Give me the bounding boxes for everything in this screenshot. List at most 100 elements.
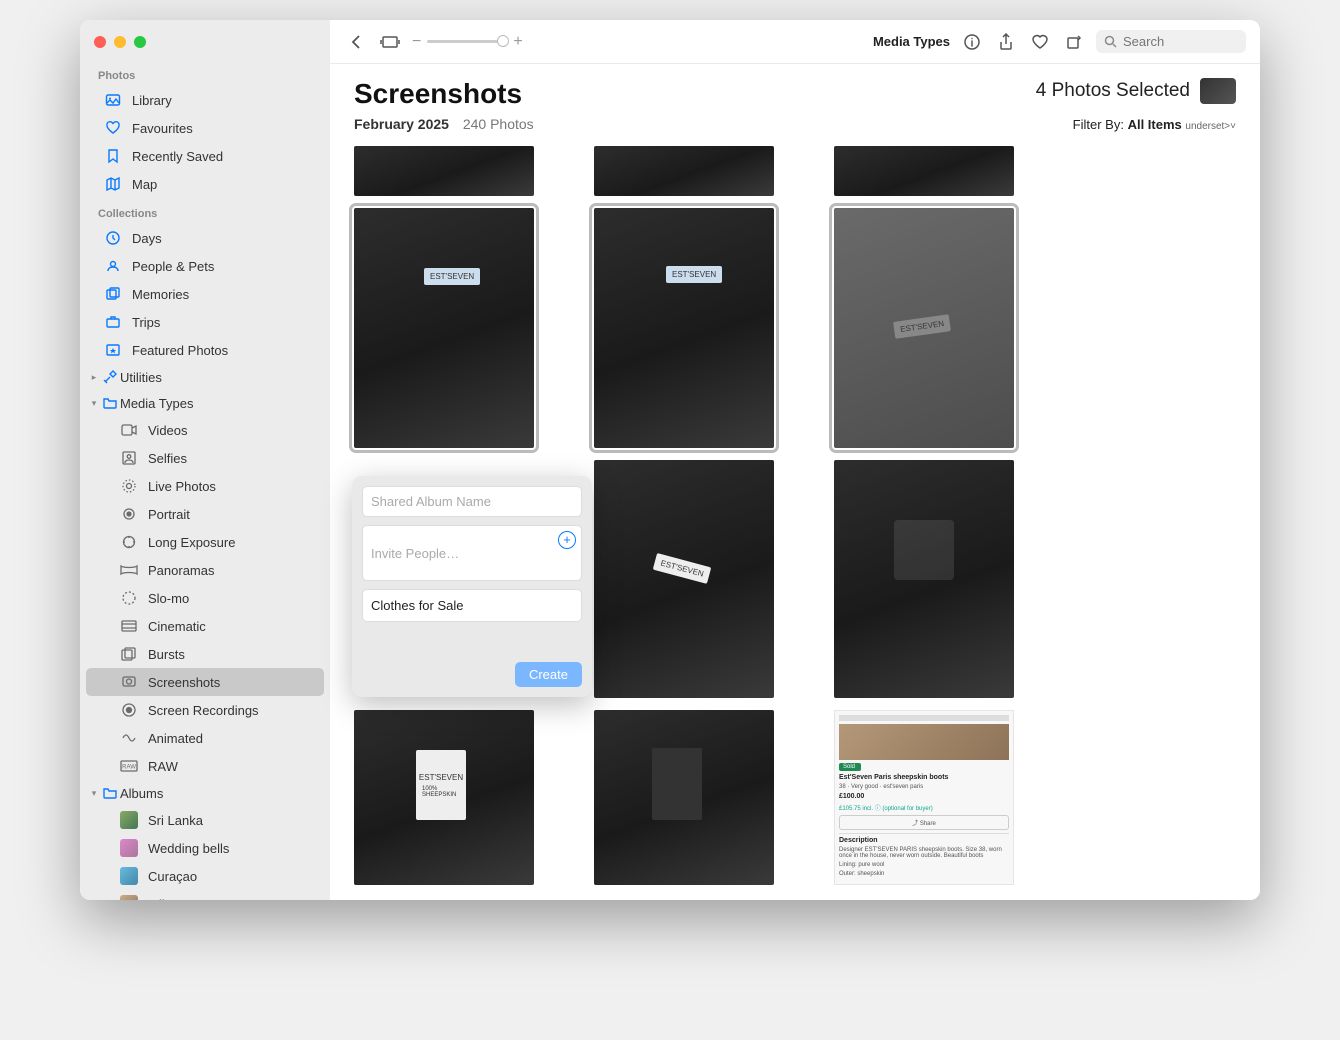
photos-app-window: Photos Library Favourites Recently Saved…	[80, 20, 1260, 900]
suitcase-icon	[104, 313, 122, 331]
sidebar-item-cinematic[interactable]: Cinematic	[86, 612, 324, 640]
sidebar-item-screenshots[interactable]: Screenshots	[86, 668, 324, 696]
sidebar: Photos Library Favourites Recently Saved…	[80, 20, 330, 900]
shared-album-name-input[interactable]	[362, 486, 582, 517]
share-button[interactable]	[994, 30, 1018, 54]
sidebar-group-media-types[interactable]: ▾Media Types	[80, 390, 330, 416]
library-icon	[104, 91, 122, 109]
albums-folder-icon	[102, 785, 118, 801]
photo-thumbnail[interactable]	[834, 146, 1014, 196]
listing-topbar	[839, 715, 1009, 721]
sidebar-item-videos[interactable]: Videos	[86, 416, 324, 444]
filter-value: All Items	[1128, 117, 1182, 132]
album-thumbnail	[120, 895, 138, 900]
existing-album-row[interactable]: Clothes for Sale	[362, 589, 582, 622]
sidebar-label: Panoramas	[148, 563, 214, 578]
filter-dropdown[interactable]: Filter By: All Items underset>˅	[1073, 117, 1236, 132]
sidebar-album-miles-turns-1[interactable]: Miles turns 1	[86, 890, 324, 900]
toolbar-media-types-label[interactable]: Media Types	[873, 34, 950, 49]
photo-thumbnail-selected[interactable]: EST'SEVEN	[594, 208, 774, 448]
svg-text:RAW: RAW	[122, 765, 136, 771]
sidebar-label: Slo-mo	[148, 591, 189, 606]
sidebar-album-wedding-bells[interactable]: Wedding bells	[86, 834, 324, 862]
photo-thumbnail[interactable]: EST'SEVEN100% SHEEPSKIN	[354, 710, 534, 885]
sidebar-item-memories[interactable]: Memories	[86, 280, 324, 308]
chevron-down-icon: underset>˅	[1185, 121, 1236, 132]
back-button[interactable]	[344, 30, 368, 54]
sidebar-item-featured-photos[interactable]: Featured Photos	[86, 336, 324, 364]
sidebar-item-portrait[interactable]: Portrait	[86, 500, 324, 528]
minimize-window-button[interactable]	[114, 36, 126, 48]
sidebar-group-utilities[interactable]: ▸Utilities	[80, 364, 330, 390]
photo-tag-label: EST'SEVEN	[666, 266, 722, 283]
chevron-down-icon: ▾	[88, 788, 100, 799]
sidebar-item-animated[interactable]: Animated	[86, 724, 324, 752]
sidebar-label: Map	[132, 177, 157, 192]
photo-thumbnail[interactable]	[834, 460, 1014, 698]
sidebar-item-long-exposure[interactable]: Long Exposure	[86, 528, 324, 556]
bookmark-icon	[104, 147, 122, 165]
close-window-button[interactable]	[94, 36, 106, 48]
sidebar-item-live-photos[interactable]: Live Photos	[86, 472, 324, 500]
sidebar-album-sri-lanka[interactable]: Sri Lanka	[86, 806, 324, 834]
sidebar-group-albums[interactable]: ▾ Albums	[80, 780, 330, 806]
sidebar-label: Wedding bells	[148, 841, 229, 856]
zoom-track[interactable]	[427, 40, 507, 43]
search-field[interactable]	[1096, 30, 1246, 53]
photo-thumbnail[interactable]: EST'SEVEN	[594, 460, 774, 698]
photo-thumbnail[interactable]	[354, 146, 534, 196]
photo-tag-label: EST'SEVEN	[893, 314, 951, 339]
sidebar-item-recently-saved[interactable]: Recently Saved	[86, 142, 324, 170]
sidebar-label: Bursts	[148, 647, 185, 662]
animated-icon	[120, 729, 138, 747]
shared-album-popover: + Clothes for Sale Create	[352, 476, 592, 697]
zoom-knob[interactable]	[497, 35, 509, 47]
listing-description: Designer EST'SEVEN PARIS sheepskin boots…	[839, 847, 1009, 859]
search-input[interactable]	[1123, 34, 1238, 49]
zoom-slider[interactable]: − +	[412, 33, 523, 51]
sidebar-item-selfies[interactable]: Selfies	[86, 444, 324, 472]
photo-thumbnail-selected[interactable]: EST'SEVEN	[354, 208, 534, 448]
photo-thumbnail[interactable]	[594, 146, 774, 196]
window-controls	[80, 32, 330, 60]
sidebar-label: Media Types	[120, 396, 193, 411]
sidebar-album-curacao[interactable]: Curaçao	[86, 862, 324, 890]
create-button[interactable]: Create	[515, 662, 582, 687]
sidebar-item-screen-recordings[interactable]: Screen Recordings	[86, 696, 324, 724]
sidebar-label: Animated	[148, 731, 203, 746]
sidebar-item-raw[interactable]: RAW RAW	[86, 752, 324, 780]
sidebar-label: RAW	[148, 759, 178, 774]
content-header: Screenshots 4 Photos Selected	[330, 64, 1260, 116]
sidebar-label: Cinematic	[148, 619, 206, 634]
sidebar-item-slomo[interactable]: Slo-mo	[86, 584, 324, 612]
photo-tag-label: EST'SEVEN	[653, 553, 712, 584]
add-person-button[interactable]: +	[558, 531, 576, 549]
sidebar-item-trips[interactable]: Trips	[86, 308, 324, 336]
sidebar-label: Albums	[120, 786, 163, 801]
sidebar-item-days[interactable]: Days	[86, 224, 324, 252]
rotate-button[interactable]	[1062, 30, 1086, 54]
invite-people-input[interactable]	[362, 525, 582, 581]
sidebar-item-panoramas[interactable]: Panoramas	[86, 556, 324, 584]
favourite-button[interactable]	[1028, 30, 1052, 54]
photo-thumbnail[interactable]	[594, 710, 774, 885]
cinematic-icon	[120, 617, 138, 635]
portrait-icon	[120, 505, 138, 523]
sidebar-item-map[interactable]: Map	[86, 170, 324, 198]
fullscreen-window-button[interactable]	[134, 36, 146, 48]
sidebar-label: Memories	[132, 287, 189, 302]
sidebar-label: Miles turns 1	[148, 897, 222, 901]
sidebar-label: Screenshots	[148, 675, 220, 690]
main-content-area: − + Media Types Screenshots 4 Photos Sel…	[330, 20, 1260, 900]
photo-thumbnail-listing[interactable]: Sold Est'Seven Paris sheepskin boots 38 …	[834, 710, 1014, 885]
panorama-icon	[120, 561, 138, 579]
sidebar-item-favourites[interactable]: Favourites	[86, 114, 324, 142]
aspect-toggle-button[interactable]	[378, 30, 402, 54]
info-button[interactable]	[960, 30, 984, 54]
tools-icon	[102, 369, 118, 385]
sidebar-item-bursts[interactable]: Bursts	[86, 640, 324, 668]
photo-thumbnail-selected[interactable]: EST'SEVEN	[834, 208, 1014, 448]
photo-tag-sublabel: 100% SHEEPSKIN	[422, 786, 460, 798]
sidebar-item-people-pets[interactable]: People & Pets	[86, 252, 324, 280]
sidebar-item-library[interactable]: Library	[86, 86, 324, 114]
